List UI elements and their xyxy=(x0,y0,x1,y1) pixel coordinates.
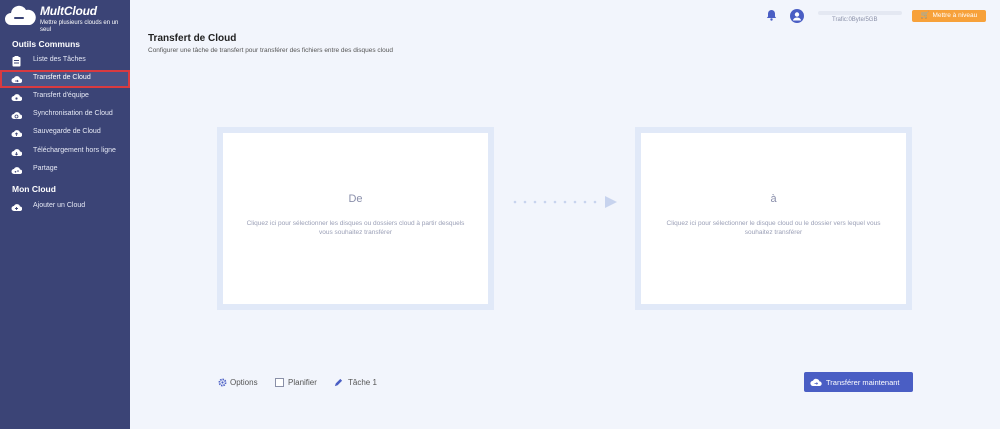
source-panel-inner[interactable]: De Cliquez ici pour sélectionner les dis… xyxy=(223,133,488,304)
upgrade-label: Mettre à niveau xyxy=(932,12,978,19)
options-button[interactable]: Options xyxy=(218,377,268,389)
brand[interactable]: MultCloud Mettre plusieurs clouds en un … xyxy=(4,4,128,34)
sidebar-item-label: Partage xyxy=(33,165,58,172)
pencil-icon xyxy=(334,378,343,387)
page-subtitle: Configurer une tâche de transfert pour t… xyxy=(148,47,393,54)
destination-panel-inner[interactable]: à Cliquez ici pour sélectionner le disqu… xyxy=(641,133,906,304)
cloud-transfer-icon xyxy=(11,75,22,83)
cloud-backup-icon xyxy=(11,130,22,137)
traffic-quota-bar xyxy=(818,11,902,15)
checkbox-box[interactable] xyxy=(275,378,284,387)
transfer-now-button[interactable]: Transférer maintenant xyxy=(804,372,913,392)
cloud-transfer-icon xyxy=(810,378,822,386)
notification-bell-icon[interactable] xyxy=(766,9,777,21)
sidebar: MultCloud Mettre plusieurs clouds en un … xyxy=(0,0,130,429)
multcloud-logo-icon xyxy=(5,5,36,25)
sidebar-item-team-transfer[interactable]: Transfert d'équipe xyxy=(0,89,130,106)
add-cloud-icon xyxy=(11,204,22,211)
source-panel-title: De xyxy=(348,193,363,205)
source-panel-description: Cliquez ici pour sélectionner les disque… xyxy=(246,220,465,236)
sidebar-item-label: Ajouter un Cloud xyxy=(33,202,86,209)
share-icon xyxy=(11,167,22,174)
sidebar-item-offline-download[interactable]: Téléchargement hors ligne xyxy=(0,144,130,161)
sidebar-item-share[interactable]: Partage xyxy=(0,162,130,179)
options-label: Options xyxy=(230,378,258,387)
sidebar-item-label: Téléchargement hors ligne xyxy=(33,147,116,154)
gear-icon xyxy=(218,378,227,387)
task-name-label: Tâche 1 xyxy=(348,378,377,387)
team-transfer-icon xyxy=(11,94,22,101)
upgrade-button[interactable]: 🛒 Mettre à niveau xyxy=(912,10,986,22)
traffic-quota-text: Trafic:0Byte/5GB xyxy=(832,17,878,23)
offline-download-icon xyxy=(11,149,22,156)
sidebar-item-label: Transfert d'équipe xyxy=(33,92,89,99)
task-name-field[interactable]: Tâche 1 xyxy=(334,377,384,389)
section-my-cloud: Mon Cloud xyxy=(12,184,56,194)
sidebar-item-label: Synchronisation de Cloud xyxy=(33,110,113,117)
page-title: Transfert de Cloud xyxy=(148,33,237,44)
sidebar-item-label: Transfert de Cloud xyxy=(33,73,91,81)
sidebar-item-cloud-backup[interactable]: Sauvegarde de Cloud xyxy=(0,125,130,142)
schedule-checkbox[interactable]: Planifier xyxy=(275,377,327,389)
sidebar-item-add-cloud[interactable]: Ajouter un Cloud xyxy=(0,199,130,216)
sidebar-item-task-list[interactable]: Liste des Tâches xyxy=(0,53,130,70)
destination-panel-description: Cliquez ici pour sélectionner le disque … xyxy=(666,220,881,236)
brand-tagline: Mettre plusieurs clouds en un seul xyxy=(40,20,119,33)
cloud-sync-icon xyxy=(11,112,22,119)
sidebar-item-cloud-sync[interactable]: Synchronisation de Cloud xyxy=(0,107,130,124)
user-avatar-icon[interactable] xyxy=(790,9,804,23)
cart-icon: 🛒 xyxy=(920,12,930,19)
section-common-tools: Outils Communs xyxy=(12,39,81,49)
destination-panel-title: à xyxy=(770,193,777,205)
destination-panel[interactable]: à Cliquez ici pour sélectionner le disqu… xyxy=(635,127,912,310)
source-panel[interactable]: De Cliquez ici pour sélectionner les dis… xyxy=(217,127,494,310)
schedule-label: Planifier xyxy=(288,378,317,387)
task-list-icon xyxy=(12,56,21,67)
brand-name: MultCloud xyxy=(40,4,97,18)
sidebar-item-label: Sauvegarde de Cloud xyxy=(33,128,101,135)
sidebar-item-label: Liste des Tâches xyxy=(33,56,86,63)
sidebar-item-cloud-transfer[interactable]: Transfert de Cloud xyxy=(0,70,130,88)
transfer-direction-arrow-icon xyxy=(513,196,617,208)
transfer-now-label: Transférer maintenant xyxy=(826,377,900,387)
